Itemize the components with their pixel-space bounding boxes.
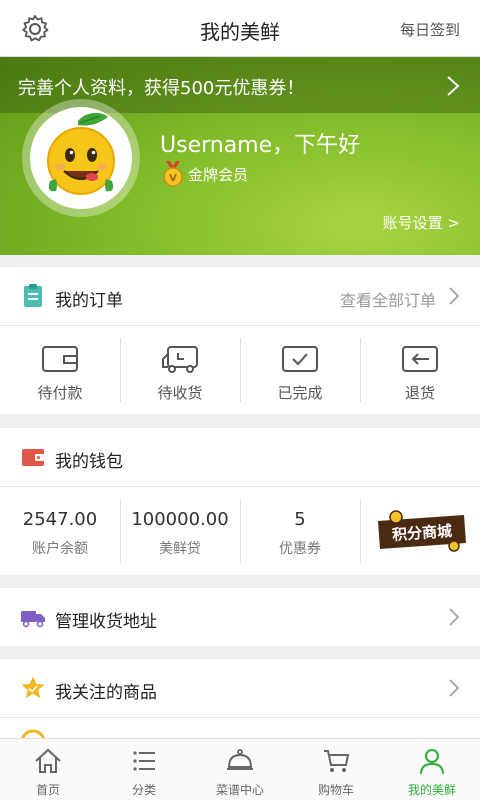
address-row[interactable]: 管理收货地址 [0, 588, 480, 646]
order-status-grid: 待付款 待收货 已完成 退货 [0, 326, 480, 414]
coupons[interactable]: 5 优惠券 [240, 487, 360, 575]
member-level-badge: 金牌会员 [188, 166, 249, 184]
delivery-truck-icon [162, 346, 198, 373]
chevron-right-icon [447, 76, 460, 96]
tab-label: 分类 [131, 783, 156, 797]
cloche-icon [227, 749, 253, 770]
greeting-text: Username，下午好 [160, 133, 361, 158]
coupons-value: 5 [294, 509, 306, 530]
tab-label: 首页 [35, 783, 60, 797]
top-bar: 我的美鲜 每日签到 [0, 0, 480, 57]
balance-value: 2547.00 [22, 509, 98, 530]
loan-value: 100000.00 [131, 509, 229, 530]
favorites-title: 我关注的商品 [55, 683, 157, 703]
bottom-tab-bar: 首页 分类 菜谱中心 购物车 我的美鲜 [0, 738, 480, 800]
wallet-section: 我的钱包 2547.00 账户余额 100000.00 美鲜贷 5 优惠券 积分… [0, 428, 480, 575]
clipboard-icon [24, 284, 42, 307]
tab-label: 购物车 [317, 783, 354, 797]
orders-title: 我的订单 [55, 291, 123, 311]
chevron-right-icon [449, 287, 460, 305]
next-row-icon-partial [21, 729, 45, 738]
cart-icon [324, 750, 350, 772]
order-status-label: 已完成 [277, 384, 323, 402]
favorites-section: 我关注的商品 [0, 659, 480, 738]
tab-label: 我的美鲜 [407, 783, 456, 797]
order-status-pending-receipt[interactable]: 待收货 [120, 326, 240, 414]
favorites-row[interactable]: 我关注的商品 [0, 659, 480, 717]
tab-label: 菜谱中心 [215, 783, 264, 797]
tab-home[interactable]: 首页 [0, 739, 96, 800]
view-all-orders-link[interactable]: 查看全部订单 [340, 287, 436, 311]
wallet-title: 我的钱包 [55, 452, 123, 472]
chevron-right-icon [449, 608, 460, 626]
user-icon [420, 749, 444, 775]
tab-categories[interactable]: 分类 [96, 739, 192, 800]
gold-medal-icon: V [163, 161, 183, 187]
meixian-loan[interactable]: 100000.00 美鲜贷 [120, 487, 240, 575]
daily-checkin-button[interactable]: 每日签到 [400, 19, 460, 40]
coupons-label: 优惠券 [279, 541, 321, 557]
tab-cart[interactable]: 购物车 [288, 739, 384, 800]
wallet-icon [22, 449, 44, 466]
star-icon [21, 676, 45, 698]
order-status-label: 待收货 [157, 384, 203, 402]
mascot-orange-icon [47, 112, 115, 195]
address-title: 管理收货地址 [55, 612, 157, 632]
profile-hero: 完善个人资料，获得500元优惠券！ Username，下午好 V 金牌会员 账号… [0, 57, 480, 255]
svg-text:V: V [169, 173, 177, 184]
points-mall-badge: 积分商城 [378, 510, 466, 552]
wallet-header[interactable]: 我的钱包 [0, 428, 480, 486]
avatar[interactable] [30, 107, 132, 209]
wallet-grid: 2547.00 账户余额 100000.00 美鲜贷 5 优惠券 积分商城 [0, 487, 480, 575]
balance-label: 账户余额 [32, 541, 88, 557]
order-status-pending-payment[interactable]: 待付款 [0, 326, 120, 414]
return-arrow-icon [402, 346, 438, 372]
address-section[interactable]: 管理收货地址 [0, 588, 480, 646]
orders-header[interactable]: 我的订单 查看全部订单 [0, 267, 480, 325]
order-status-returns[interactable]: 退货 [360, 326, 480, 414]
orders-section: 我的订单 查看全部订单 待付款 待收货 已完成 退货 [0, 267, 480, 414]
checkmark-box-icon [282, 346, 318, 372]
account-settings-link[interactable]: 账号设置 > [383, 212, 460, 233]
tab-my-meixian[interactable]: 我的美鲜 [384, 739, 480, 800]
tab-recipe-center[interactable]: 菜谱中心 [192, 739, 288, 800]
loan-label: 美鲜贷 [159, 541, 201, 557]
delivery-truck-icon [21, 611, 45, 628]
chevron-right-icon [449, 679, 460, 697]
promo-text: 完善个人资料，获得500元优惠券！ [18, 78, 305, 99]
wallet-card-icon [42, 346, 78, 372]
list-icon [133, 751, 155, 771]
account-balance[interactable]: 2547.00 账户余额 [0, 487, 120, 575]
order-status-completed[interactable]: 已完成 [240, 326, 360, 414]
home-icon [35, 748, 61, 773]
order-status-label: 退货 [404, 384, 435, 402]
order-status-label: 待付款 [37, 384, 83, 402]
points-mall-button[interactable]: 积分商城 [360, 487, 480, 575]
